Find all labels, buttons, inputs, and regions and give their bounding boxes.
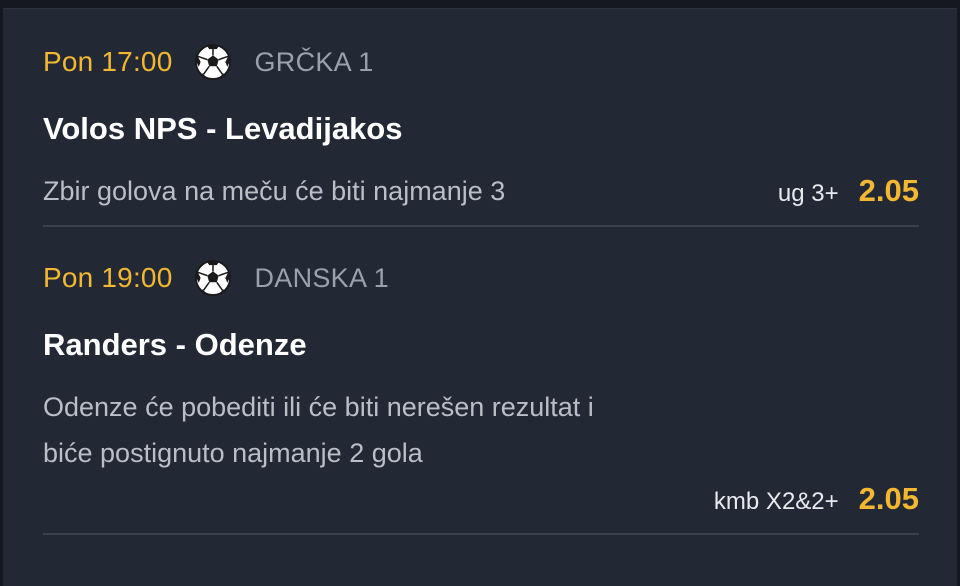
match-item[interactable]: Pon 17:00 GRČKA 1 Volos NPS - Levadijako… bbox=[43, 39, 919, 227]
bet-description: Zbir golova na meču će biti najmanje 3 bbox=[43, 176, 506, 206]
bet-code: ug 3+ bbox=[777, 180, 839, 207]
bet-description: Odenze će pobediti ili će biti nerešen r… bbox=[43, 392, 594, 468]
match-meta: Pon 19:00 DANSKA 1 bbox=[43, 255, 389, 301]
bet-pick: kmb X2&2+ 2.05 bbox=[714, 481, 919, 517]
ticket-panel: Pon 17:00 GRČKA 1 Volos NPS - Levadijako… bbox=[3, 8, 957, 586]
bet-code: kmb X2&2+ bbox=[713, 488, 839, 515]
match-teams: Randers - Odenze bbox=[43, 327, 307, 362]
match-time: Pon 19:00 bbox=[43, 262, 173, 293]
soccer-ball-icon bbox=[195, 43, 232, 81]
league-name: GRČKA 1 bbox=[254, 46, 374, 77]
match-teams: Volos NPS - Levadijakos bbox=[43, 111, 403, 146]
league-name: DANSKA 1 bbox=[254, 262, 389, 293]
match-item[interactable]: Pon 19:00 DANSKA 1 Randers - Odenze Oden… bbox=[43, 255, 919, 535]
divider bbox=[43, 225, 919, 227]
divider bbox=[43, 533, 919, 535]
bet-pick: ug 3+ 2.05 bbox=[778, 173, 919, 209]
match-meta: Pon 17:00 GRČKA 1 bbox=[43, 39, 374, 85]
bet-odds: 2.05 bbox=[858, 481, 919, 516]
match-time: Pon 17:00 bbox=[43, 46, 173, 77]
soccer-ball-icon bbox=[195, 259, 232, 297]
bet-odds: 2.05 bbox=[858, 173, 919, 208]
